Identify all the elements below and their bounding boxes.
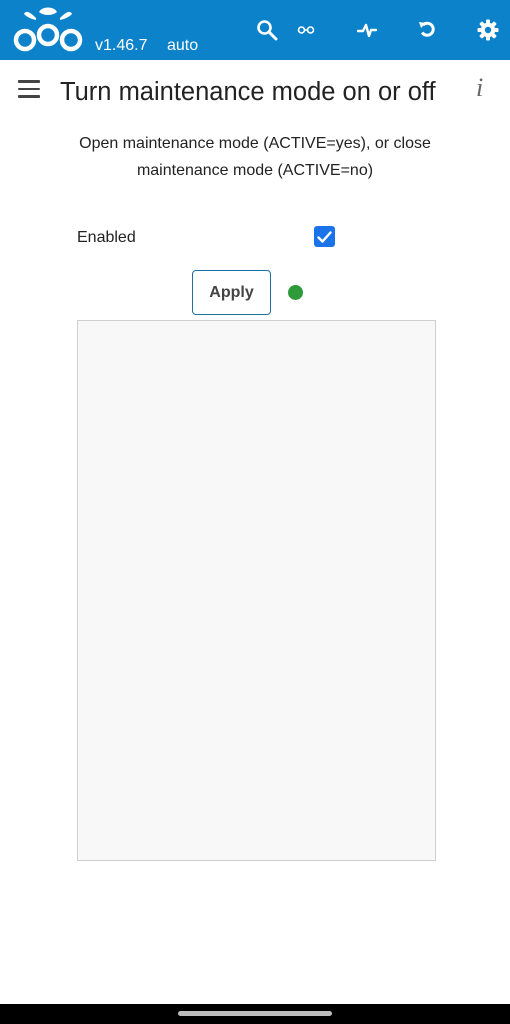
top-bar: v1.46.7 auto bbox=[0, 0, 510, 60]
home-gesture-handle[interactable] bbox=[178, 1011, 332, 1016]
info-icon[interactable]: i bbox=[476, 73, 483, 103]
gear-icon[interactable] bbox=[472, 14, 504, 46]
hamburger-menu-icon[interactable] bbox=[18, 80, 40, 98]
search-icon[interactable] bbox=[251, 14, 283, 46]
mode-label[interactable]: auto bbox=[167, 37, 198, 55]
apply-button[interactable]: Apply bbox=[192, 270, 271, 315]
output-panel[interactable] bbox=[77, 320, 436, 861]
enabled-checkbox[interactable] bbox=[314, 226, 335, 247]
refresh-icon[interactable] bbox=[411, 14, 443, 46]
page-description: Open maintenance mode (ACTIVE=yes), or c… bbox=[79, 135, 431, 179]
raspberry-logo[interactable] bbox=[12, 4, 84, 54]
version-label: v1.46.7 bbox=[95, 37, 148, 54]
status-indicator bbox=[288, 285, 303, 300]
infinity-icon[interactable] bbox=[290, 14, 322, 46]
pulse-icon[interactable] bbox=[351, 14, 383, 46]
app-window: v1.46.7 auto Turn maintenance mode on or… bbox=[0, 0, 510, 1024]
checkmark-icon bbox=[317, 230, 332, 243]
enabled-label: Enabled bbox=[77, 229, 136, 246]
page-title: Turn maintenance mode on or off bbox=[60, 78, 436, 106]
